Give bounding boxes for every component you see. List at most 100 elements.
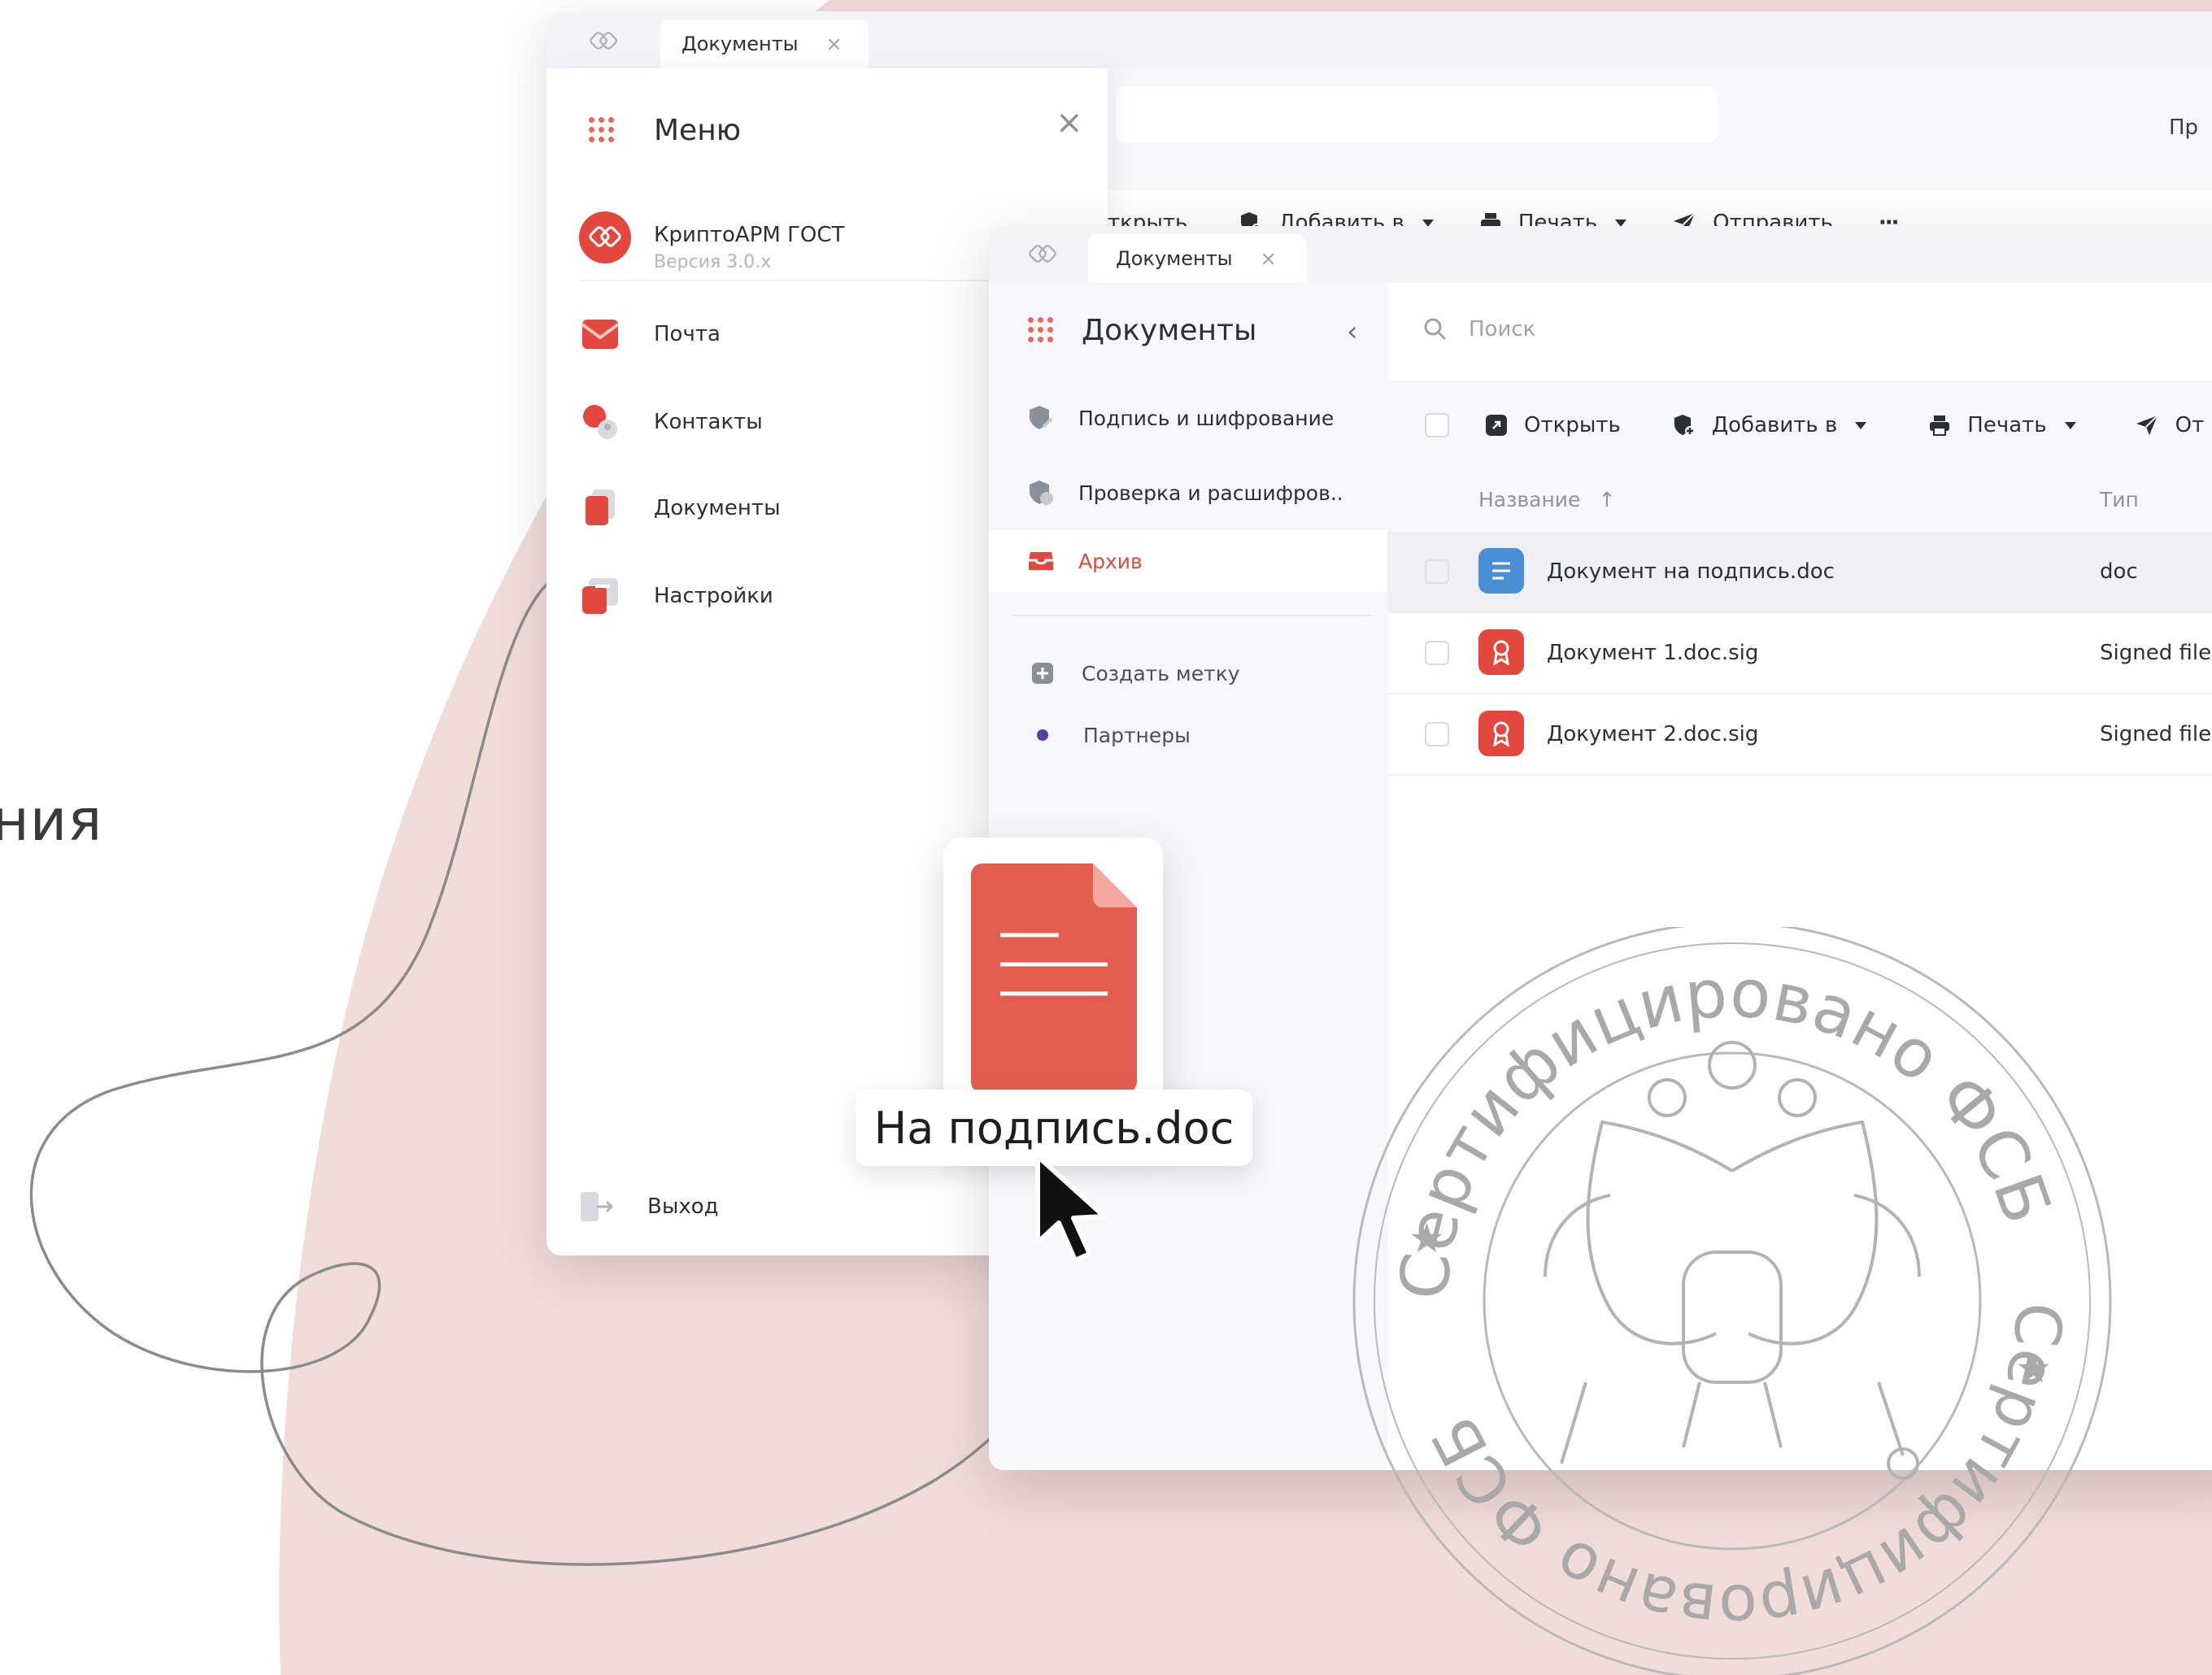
send-label: От xyxy=(2175,413,2205,437)
tab-close-icon[interactable]: × xyxy=(1261,247,1277,270)
apps-grid-icon[interactable] xyxy=(589,117,614,142)
create-label-button[interactable]: Создать метку xyxy=(989,649,1387,698)
doc-file-icon xyxy=(1478,548,1524,594)
open-label: Открыть xyxy=(1524,413,1621,437)
label-dot-icon xyxy=(1036,729,1049,742)
tab-label: Документы xyxy=(1116,247,1233,270)
exit-label: Выход xyxy=(647,1194,719,1219)
menu-item-label: Настройки xyxy=(654,584,773,608)
search-input[interactable]: Поиск xyxy=(1387,301,2168,358)
column-name-label: Название xyxy=(1478,488,1581,511)
dragged-file-card[interactable] xyxy=(943,838,1163,1130)
shield-add-icon xyxy=(1674,415,1695,436)
back-search-input[interactable] xyxy=(1116,86,1718,143)
app-name: КриптоАРМ ГОСТ xyxy=(654,223,845,247)
send-icon xyxy=(2136,415,2158,435)
mouse-cursor-icon xyxy=(1035,1154,1107,1263)
stamp-center-ring xyxy=(1483,1051,1982,1551)
documents-icon xyxy=(579,487,621,529)
back-header-text: Пр xyxy=(2169,115,2199,140)
stamp-bottom-text: Сертифицировано ФСБ xyxy=(1418,1300,2075,1644)
menu-title: Меню xyxy=(654,114,742,147)
print-button[interactable]: Печать xyxy=(1928,413,2076,437)
column-type-header[interactable]: Тип xyxy=(2100,488,2139,511)
red-document-icon xyxy=(971,864,1137,1093)
front-tab-documents[interactable]: Документы × xyxy=(1088,234,1306,283)
sidebar-item-archive[interactable]: Архив xyxy=(989,530,1387,592)
apps-grid-icon[interactable] xyxy=(1028,317,1053,342)
app-logo-icon xyxy=(1029,245,1056,263)
double-headed-eagle-icon xyxy=(1544,1041,1921,1480)
sidebar-item-label: Архив xyxy=(1078,549,1143,573)
create-label-text: Создать метку xyxy=(1082,661,1240,685)
row-checkbox[interactable] xyxy=(1425,641,1449,665)
tab-close-icon[interactable]: × xyxy=(826,33,843,55)
table-row[interactable]: Документ 2.doc.sig Signed file xyxy=(1387,694,2212,776)
table-row[interactable]: Документ 1.doc.sig Signed file xyxy=(1387,613,2212,694)
row-file-type: doc xyxy=(2100,559,2138,584)
search-icon xyxy=(1424,318,1447,341)
close-icon[interactable]: × xyxy=(1056,104,1083,141)
settings-icon xyxy=(579,575,621,617)
send-button[interactable]: От xyxy=(2135,413,2205,437)
documents-toolbar: Открыть Добавить в Печать От xyxy=(1387,381,2212,470)
row-file-name: Документ 1.doc.sig xyxy=(1547,641,1759,665)
stamp-star-icon: ★ xyxy=(2015,1345,2052,1392)
contacts-icon xyxy=(579,401,621,443)
sidebar-item-verify-decrypt[interactable]: Проверка и расшифров.. xyxy=(989,462,1387,524)
sidebar-item-label: Проверка и расшифров.. xyxy=(1078,481,1343,505)
tab-label: Документы xyxy=(681,33,799,55)
front-tabbar: Документы × xyxy=(989,226,2212,283)
certification-stamp: Сертифицировано ФСБ Сертифицировано ФСБ … xyxy=(1352,927,2112,1675)
side-heading-fragment: ния xyxy=(0,787,103,854)
exit-icon xyxy=(581,1192,614,1221)
stamp-star-icon: ★ xyxy=(1409,1215,1445,1262)
row-file-name: Документ на подпись.doc xyxy=(1547,559,1835,584)
table-row[interactable]: Документ на подпись.doc doc xyxy=(1387,532,2212,613)
add-label-icon xyxy=(1031,662,1054,685)
stamp-inner-ring xyxy=(1374,942,2091,1660)
table-header: Название ↑ Тип xyxy=(1387,470,2212,532)
app-version: Версия 3.0.x xyxy=(654,252,772,272)
collapse-sidebar-icon[interactable]: ‹ xyxy=(1347,315,1358,348)
select-all-checkbox[interactable] xyxy=(1425,413,1449,437)
stamp-outer-ring xyxy=(1352,927,2112,1675)
row-checkbox[interactable] xyxy=(1425,722,1449,746)
app-logo-icon xyxy=(590,32,617,50)
archive-icon xyxy=(1025,549,1057,573)
row-file-name: Документ 2.doc.sig xyxy=(1547,722,1759,746)
add-to-button[interactable]: Добавить в xyxy=(1673,413,1867,437)
column-name-header[interactable]: Название ↑ xyxy=(1478,488,1615,511)
back-tabbar: Документы × xyxy=(546,11,2212,68)
sort-ascending-icon[interactable]: ↑ xyxy=(1598,488,1615,511)
exit-button[interactable]: Выход xyxy=(579,1190,719,1223)
row-file-type: Signed file xyxy=(2100,722,2212,746)
mail-icon xyxy=(579,313,621,355)
printer-icon xyxy=(1930,415,1950,436)
print-label: Печать xyxy=(1967,413,2047,437)
menu-item-label: Документы xyxy=(654,496,781,520)
shield-check-icon xyxy=(1025,479,1057,507)
cryptoarm-logo-icon xyxy=(579,211,631,263)
row-file-type: Signed file xyxy=(2100,641,2212,665)
menu-item-label: Контакты xyxy=(654,410,763,434)
signed-file-icon xyxy=(1478,711,1524,756)
label-partners-text: Партнеры xyxy=(1083,723,1191,747)
sidebar-item-label: Подпись и шифрование xyxy=(1078,406,1335,430)
sidebar-title: Документы xyxy=(1082,314,1257,347)
add-to-label: Добавить в xyxy=(1711,413,1838,437)
sidebar-divider xyxy=(1013,615,1371,616)
open-icon xyxy=(1486,415,1507,436)
open-button[interactable]: Открыть xyxy=(1485,413,1621,437)
label-partners[interactable]: Партнеры xyxy=(989,711,1387,759)
stamp-top-text: Сертифицировано ФСБ xyxy=(1386,955,2066,1302)
signed-file-icon xyxy=(1478,629,1524,675)
chevron-down-icon xyxy=(2064,421,2076,429)
menu-item-label: Почта xyxy=(654,322,721,346)
shield-pen-icon xyxy=(1025,404,1057,432)
sidebar-item-sign-encrypt[interactable]: Подпись и шифрование xyxy=(989,387,1387,449)
search-placeholder: Поиск xyxy=(1469,317,1536,342)
chevron-down-icon xyxy=(1855,421,1867,429)
row-checkbox[interactable] xyxy=(1425,559,1449,584)
back-tab-documents[interactable]: Документы × xyxy=(660,20,869,68)
